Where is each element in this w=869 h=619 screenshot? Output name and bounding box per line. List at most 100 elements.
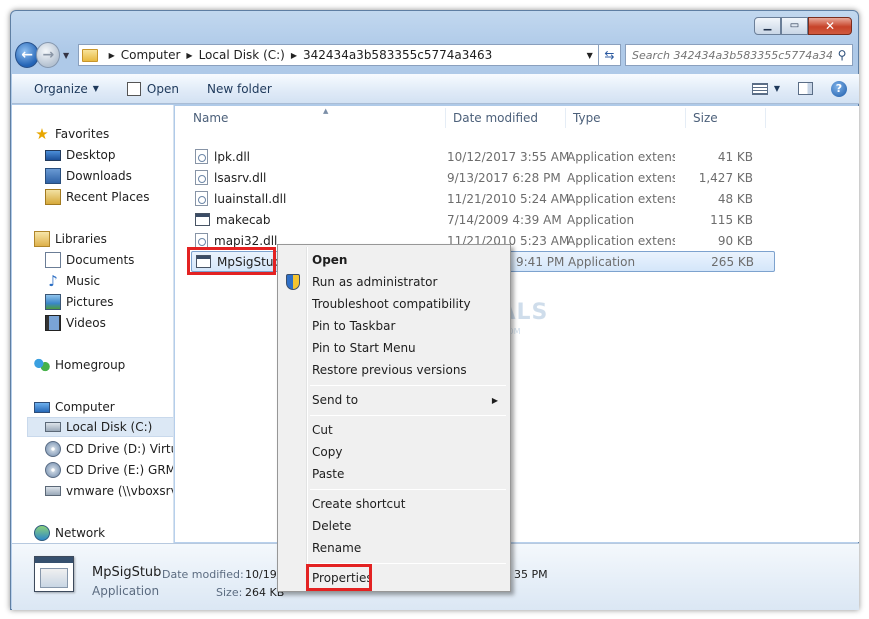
sidebar-item-libraries[interactable]: Libraries — [34, 229, 107, 249]
search-icon[interactable]: ⚲ — [832, 48, 852, 62]
libraries-icon — [34, 231, 50, 247]
sidebar-item-documents[interactable]: Documents — [45, 250, 134, 270]
sidebar-item-music[interactable]: ♪ Music — [45, 271, 100, 291]
dll-file-icon — [195, 191, 208, 206]
preview-pane-icon[interactable] — [798, 82, 813, 95]
highlight-box — [306, 564, 372, 591]
command-bar: Organize ▼ Open New folder ▼ ? — [12, 74, 859, 104]
menu-item-troubleshoot-compatibility[interactable]: Troubleshoot compatibility — [280, 293, 508, 315]
sidebar-item-downloads[interactable]: Downloads — [45, 166, 132, 186]
organize-button[interactable]: Organize ▼ — [34, 82, 99, 96]
sidebar-item-homegroup[interactable]: Homegroup — [34, 355, 125, 375]
menu-item-copy[interactable]: Copy — [280, 441, 508, 463]
menu-item-delete[interactable]: Delete — [280, 515, 508, 537]
sidebar-item-label: Desktop — [66, 148, 116, 162]
change-view-icon[interactable] — [751, 82, 768, 95]
sidebar-item-label: Music — [66, 274, 101, 288]
sidebar-item-computer[interactable]: Computer — [34, 397, 115, 417]
sidebar-item-videos[interactable]: Videos — [45, 313, 106, 333]
sidebar-item-cd-drive-e[interactable]: CD Drive (E:) GRMCU — [45, 460, 173, 480]
sidebar-item-favorites[interactable]: ★ Favorites — [34, 124, 109, 144]
minimize-button[interactable]: ▁ — [754, 17, 781, 35]
sidebar-item-label: Network — [55, 526, 106, 540]
menu-item-paste[interactable]: Paste — [280, 463, 508, 485]
breadcrumb-computer[interactable]: Computer — [121, 48, 181, 62]
file-name: lsasrv.dll — [214, 170, 267, 185]
open-button[interactable]: Open — [126, 81, 179, 96]
menu-item-restore-previous-versions[interactable]: Restore previous versions — [280, 359, 508, 381]
menu-item-run-as-administrator[interactable]: Run as administrator — [280, 271, 508, 293]
breadcrumb-separator-icon[interactable]: ▶ — [109, 51, 115, 60]
help-icon[interactable]: ? — [831, 80, 847, 97]
sidebar-item-recent-places[interactable]: Recent Places — [45, 187, 149, 207]
pictures-icon — [45, 294, 61, 310]
menu-item-rename[interactable]: Rename — [280, 537, 508, 559]
file-size: 48 KB — [717, 191, 753, 206]
menu-item-cut[interactable]: Cut — [280, 419, 508, 441]
column-header-date[interactable]: Date modified — [453, 111, 538, 125]
file-name: makecab — [216, 212, 271, 227]
application-large-icon — [34, 556, 74, 592]
sidebar-item-pictures[interactable]: Pictures — [45, 292, 114, 312]
computer-icon — [34, 401, 50, 413]
sidebar-item-vmware[interactable]: vmware (\\vboxsrv) — [45, 481, 173, 501]
file-type: Application — [568, 254, 636, 269]
file-row[interactable]: lsasrv.dll 9/13/2017 6:28 PM Application… — [191, 167, 775, 188]
chevron-down-icon: ▼ — [92, 84, 99, 93]
recent-pages-dropdown[interactable]: ▼ — [60, 51, 71, 60]
sidebar-item-desktop[interactable]: Desktop — [45, 145, 116, 165]
view-options-dropdown-icon[interactable]: ▼ — [774, 84, 780, 93]
close-icon: ✕ — [824, 19, 836, 33]
new-folder-label: New folder — [206, 81, 272, 96]
sidebar-item-local-disk[interactable]: Local Disk (C:) — [27, 417, 173, 437]
file-date: 9/13/2017 6:28 PM — [447, 170, 561, 185]
search-input[interactable] — [632, 48, 832, 62]
search-box[interactable]: ⚲ — [625, 44, 853, 66]
new-folder-button[interactable]: New folder — [207, 82, 272, 96]
address-dropdown-icon[interactable]: ▼ — [582, 51, 598, 60]
breadcrumb-local-disk[interactable]: Local Disk (C:) — [199, 48, 285, 62]
minimize-icon: ▁ — [763, 20, 772, 31]
column-divider[interactable] — [765, 108, 766, 128]
file-row[interactable]: lpk.dll 10/12/2017 3:55 AM Application e… — [191, 146, 775, 167]
close-button[interactable]: ✕ — [808, 17, 852, 35]
context-menu: Open Run as administrator Troubleshoot c… — [277, 244, 511, 592]
file-row[interactable]: luainstall.dll 11/21/2010 5:24 AM Applic… — [191, 188, 775, 209]
sidebar-item-label: CD Drive (E:) GRMCU — [66, 463, 173, 477]
file-date: 9:41 PM — [516, 254, 565, 269]
sidebar-item-label: Local Disk (C:) — [66, 420, 153, 434]
column-headers: ▲ Name Date modified Type Size — [175, 106, 859, 130]
menu-item-label: Send to — [312, 393, 359, 407]
column-header-size[interactable]: Size — [693, 111, 718, 125]
menu-item-pin-to-taskbar[interactable]: Pin to Taskbar — [280, 315, 508, 337]
sidebar-item-label: Documents — [66, 253, 135, 267]
file-size: 1,427 KB — [698, 170, 753, 185]
menu-item-send-to[interactable]: Send to ▶ — [280, 389, 508, 411]
file-row[interactable]: makecab 7/14/2009 4:39 AM Application 11… — [191, 209, 775, 230]
column-header-type[interactable]: Type — [573, 111, 601, 125]
breadcrumb-current-folder[interactable]: 342434a3b583355c5774a3463 — [303, 48, 492, 62]
menu-item-pin-to-start-menu[interactable]: Pin to Start Menu — [280, 337, 508, 359]
menu-item-create-shortcut[interactable]: Create shortcut — [280, 493, 508, 515]
column-divider[interactable] — [685, 108, 686, 128]
breadcrumb-separator-icon[interactable]: ▶ — [291, 51, 297, 60]
maximize-button[interactable]: ▭ — [781, 17, 808, 35]
open-app-icon — [126, 81, 141, 96]
column-divider[interactable] — [565, 108, 566, 128]
caption-buttons: ▁ ▭ ✕ — [754, 17, 852, 35]
refresh-button[interactable]: ⇆ — [598, 44, 621, 66]
submenu-arrow-icon: ▶ — [491, 395, 498, 405]
address-bar[interactable]: ▶ Computer ▶ Local Disk (C:) ▶ 342434a3b… — [77, 44, 599, 66]
file-name-cell: lpk.dll — [195, 149, 250, 164]
breadcrumb-separator-icon[interactable]: ▶ — [186, 51, 192, 60]
forward-button[interactable]: → — [36, 42, 61, 68]
sidebar-item-label: Downloads — [66, 169, 132, 183]
file-date: 11/21/2010 5:24 AM — [447, 191, 570, 206]
column-divider[interactable] — [445, 108, 446, 128]
menu-item-open[interactable]: Open — [280, 249, 508, 271]
sidebar-item-cd-drive-d[interactable]: CD Drive (D:) Virtual — [45, 439, 173, 459]
column-header-name[interactable]: Name — [193, 111, 228, 125]
sidebar-item-network[interactable]: Network — [34, 523, 105, 543]
dll-file-icon — [195, 233, 208, 248]
details-size-label: Size: — [216, 586, 243, 599]
